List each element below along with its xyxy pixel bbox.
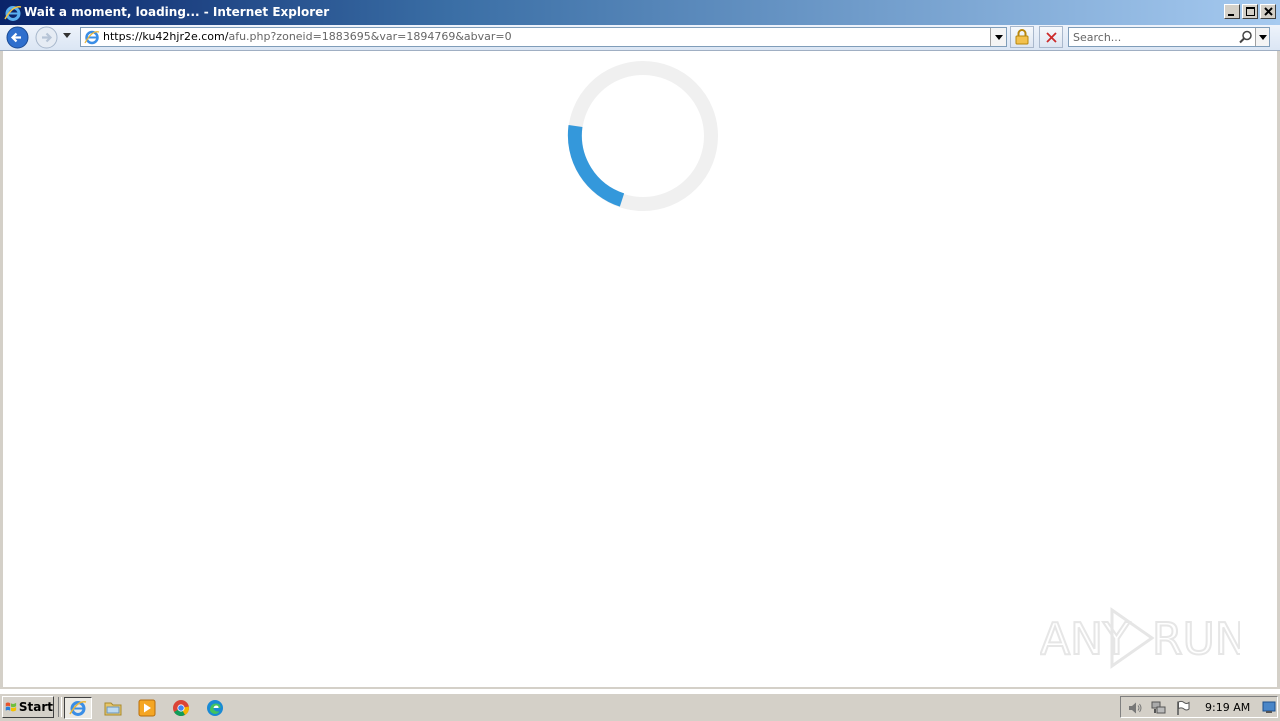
ie-icon [69, 701, 87, 716]
maximize-button[interactable] [1242, 4, 1258, 19]
address-bar[interactable]: https://ku42hjr2e.com/afu.php?zoneid=188… [80, 27, 1007, 47]
window-title: Wait a moment, loading... - Internet Exp… [24, 5, 330, 19]
recent-pages-dropdown[interactable] [63, 33, 71, 38]
url-domain: https://ku42hjr2e.com/ [103, 30, 229, 43]
maximize-icon [1245, 7, 1255, 16]
anyrun-watermark: ANY RUN [1040, 607, 1240, 669]
watermark-text-right: RUN [1152, 614, 1240, 665]
address-url[interactable]: https://ku42hjr2e.com/afu.php?zoneid=188… [103, 30, 512, 43]
search-input[interactable] [1073, 29, 1233, 45]
minimize-icon [1228, 13, 1234, 16]
network-icon[interactable] [1151, 700, 1167, 716]
back-button[interactable] [6, 26, 29, 49]
search-icon[interactable] [1239, 30, 1253, 44]
windows-logo-icon [5, 702, 17, 712]
security-lock-button[interactable] [1010, 26, 1034, 48]
media-player-icon [138, 699, 156, 717]
page-ie-icon [84, 30, 100, 45]
start-button[interactable]: Start [2, 696, 54, 718]
ie-logo-icon [4, 6, 22, 21]
watermark-text-left: ANY [1040, 614, 1130, 665]
search-dropdown-button[interactable] [1255, 28, 1269, 46]
taskbar-chrome-button[interactable] [169, 697, 193, 719]
taskbar-edge-button[interactable] [203, 697, 227, 719]
navigation-bar: https://ku42hjr2e.com/afu.php?zoneid=188… [0, 25, 1280, 51]
system-tray: 9:19 AM [1120, 696, 1278, 718]
taskbar-separator [58, 697, 62, 717]
show-desktop-icon[interactable] [1262, 700, 1276, 714]
url-path: afu.php?zoneid=1883695&var=1894769&abvar… [228, 30, 512, 43]
loading-spinner [567, 61, 718, 211]
close-button[interactable] [1260, 4, 1276, 19]
search-box[interactable] [1068, 27, 1270, 47]
page-content: ANY RUN [0, 51, 1280, 689]
action-center-flag-icon[interactable] [1175, 700, 1191, 716]
chrome-icon [173, 700, 190, 716]
clock[interactable]: 9:19 AM [1205, 701, 1250, 714]
stop-icon [1045, 31, 1057, 43]
start-label: Start [18, 700, 53, 714]
edge-icon [207, 700, 223, 716]
minimize-button[interactable] [1224, 4, 1240, 19]
close-icon [1263, 7, 1273, 16]
folder-icon [104, 702, 122, 716]
title-bar: Wait a moment, loading... - Internet Exp… [0, 0, 1280, 26]
lock-icon [1015, 29, 1029, 45]
taskbar-ie-button[interactable] [64, 697, 92, 719]
taskbar-media-button[interactable] [135, 697, 159, 719]
taskbar-explorer-button[interactable] [101, 697, 125, 719]
chevron-down-icon [1258, 34, 1267, 40]
volume-icon[interactable] [1127, 700, 1143, 716]
taskbar: Start 9:19 AM [0, 693, 1280, 721]
address-dropdown-button[interactable] [990, 28, 1006, 46]
forward-button[interactable] [35, 26, 58, 49]
stop-button[interactable] [1039, 26, 1063, 48]
chevron-down-icon [994, 34, 1003, 40]
